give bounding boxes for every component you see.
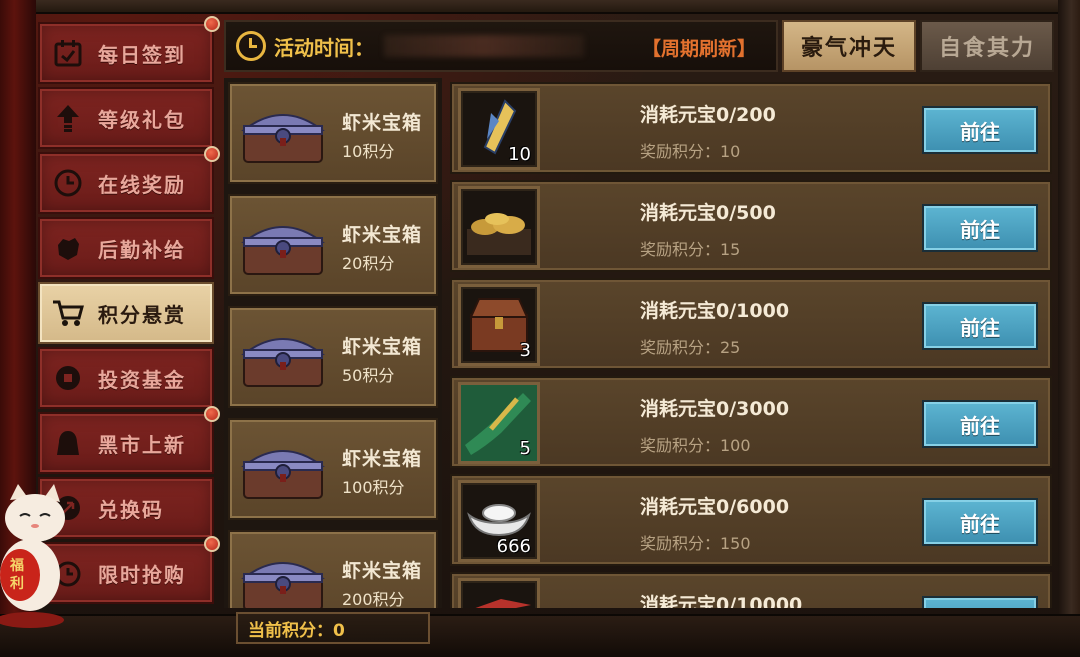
item-slot[interactable]: 3 — [458, 284, 540, 366]
cart-icon — [46, 291, 90, 335]
reward-chest-name: 虾米宝箱 — [342, 112, 423, 134]
bottom-strip — [0, 614, 1080, 657]
task-row: 666 消耗元宝0/6000 奖励积分：150 前往 — [450, 474, 1052, 566]
sidebar-item-online-reward[interactable]: 在线奖励 — [38, 146, 220, 214]
sidebar-item-label: 黑市上新 — [98, 432, 186, 457]
go-button[interactable]: 前往 — [922, 596, 1038, 608]
reward-chest-card[interactable]: 虾米宝箱 20积分 — [228, 194, 438, 296]
sidebar-item-label: 投资基金 — [98, 367, 186, 392]
tab-haoqi-chongtian[interactable]: 豪气冲天 — [782, 20, 916, 72]
item-slot[interactable]: 5 — [458, 382, 540, 464]
gold-pile-icon — [467, 213, 531, 255]
task-reward: 奖励积分：100 — [640, 436, 751, 455]
task-row: 消耗元宝0/10000 前往 — [450, 572, 1052, 608]
activity-time-value — [384, 35, 584, 57]
supply-fist-icon — [46, 226, 90, 270]
refresh-label: 【周期刷新】 — [641, 38, 756, 60]
sidebar-item-points-bounty[interactable]: 积分悬赏 — [38, 282, 214, 344]
item-slot[interactable] — [458, 578, 540, 608]
mascot-fu-text: 福 — [9, 557, 24, 574]
item-slot[interactable]: 666 — [458, 480, 540, 562]
reward-chest-card[interactable]: 虾米宝箱 100积分 — [228, 418, 438, 520]
go-button[interactable]: 前往 — [922, 204, 1038, 252]
reward-chest-points: 50积分 — [342, 366, 395, 385]
calendar-icon — [46, 31, 90, 75]
activity-header: 活动时间： 【周期刷新】 — [224, 20, 778, 72]
reward-chest-name: 虾米宝箱 — [342, 336, 423, 358]
item-slot[interactable]: 10 — [458, 88, 540, 170]
task-title: 消耗元宝0/10000 — [640, 594, 803, 608]
level-up-icon — [46, 96, 90, 140]
sidebar-item-label: 限时抢购 — [98, 562, 186, 587]
treasure-chest-icon — [241, 562, 325, 608]
go-button[interactable]: 前往 — [922, 106, 1038, 154]
treasure-chest-icon — [241, 338, 325, 387]
reward-chest-card[interactable]: 虾米宝箱 10积分 — [228, 82, 438, 184]
task-reward: 奖励积分：150 — [640, 534, 751, 553]
item-slot[interactable] — [458, 186, 540, 268]
task-row: 5 消耗元宝0/3000 奖励积分：100 前往 — [450, 376, 1052, 468]
task-title: 消耗元宝0/3000 — [640, 398, 790, 420]
sidebar-item-label: 等级礼包 — [98, 107, 186, 132]
go-button[interactable]: 前往 — [922, 400, 1038, 448]
item-count: 666 — [496, 536, 531, 557]
item-count: 3 — [519, 340, 531, 361]
task-reward: 奖励积分：25 — [640, 338, 741, 357]
task-row: 10 消耗元宝0/200 奖励积分：10 前往 — [450, 82, 1052, 174]
treasure-chest-icon — [241, 450, 325, 499]
reward-chest-points: 20积分 — [342, 254, 395, 273]
reward-chest-points: 200积分 — [342, 590, 405, 608]
sidebar-item-investment-fund[interactable]: 投资基金 — [38, 347, 214, 409]
task-row: 消耗元宝0/500 奖励积分：15 前往 — [450, 180, 1052, 272]
notification-badge — [204, 536, 220, 552]
notification-badge — [204, 146, 220, 162]
reward-chest-name: 虾米宝箱 — [342, 448, 423, 470]
reward-chest-card[interactable]: 虾米宝箱 200积分 — [228, 530, 438, 608]
task-row: 3 消耗元宝0/1000 奖励积分：25 前往 — [450, 278, 1052, 370]
task-title: 消耗元宝0/500 — [640, 202, 776, 224]
right-decoration — [1058, 0, 1080, 657]
top-frame — [0, 0, 1080, 14]
reward-chest-card[interactable]: 虾米宝箱 50积分 — [228, 306, 438, 408]
reward-chest-points: 100积分 — [342, 478, 405, 497]
tab-zishi-qili[interactable]: 自食其力 — [920, 20, 1054, 72]
go-button[interactable]: 前往 — [922, 302, 1038, 350]
task-title: 消耗元宝0/1000 — [640, 300, 790, 322]
sidebar-item-label: 在线奖励 — [98, 172, 186, 197]
sidebar-item-label: 后勤补给 — [98, 237, 186, 262]
reward-chest-name: 虾米宝箱 — [342, 560, 423, 582]
reward-chest-name: 虾米宝箱 — [342, 224, 423, 246]
task-list[interactable]: 10 消耗元宝0/200 奖励积分：10 前往 消耗元宝0/500 奖励积分：1… — [448, 78, 1056, 608]
treasure-chest-icon — [241, 226, 325, 275]
clock-icon — [46, 161, 90, 205]
item-count: 10 — [508, 144, 531, 165]
clock-icon — [236, 31, 266, 61]
reward-list[interactable]: 虾米宝箱 10积分 虾米宝箱 20积分 虾米宝箱 50积分 虾米宝箱 100积分… — [224, 78, 442, 608]
reward-chest-points: 10积分 — [342, 142, 395, 161]
coin-icon — [46, 356, 90, 400]
sidebar-item-label: 每日签到 — [98, 42, 186, 67]
current-points: 当前积分：0 — [236, 612, 430, 644]
go-button[interactable]: 前往 — [922, 498, 1038, 546]
notification-badge — [204, 16, 220, 32]
task-reward: 奖励积分：10 — [640, 142, 741, 161]
hooded-figure-icon — [46, 421, 90, 465]
sidebar-item-label: 积分悬赏 — [98, 302, 186, 327]
sidebar-item-label: 兑换码 — [98, 497, 164, 522]
task-reward: 奖励积分：15 — [640, 240, 741, 259]
sidebar-item-logistics-supply[interactable]: 后勤补给 — [38, 217, 214, 279]
task-title: 消耗元宝0/200 — [640, 104, 776, 126]
mascot-li-text: 利 — [10, 575, 24, 592]
sidebar-item-daily-signin[interactable]: 每日签到 — [38, 16, 220, 84]
lucky-cat-mascot[interactable]: 福 利 — [0, 480, 80, 630]
sidebar-item-level-gift[interactable]: 等级礼包 — [38, 87, 214, 149]
blade-icon — [475, 599, 531, 608]
task-title: 消耗元宝0/6000 — [640, 496, 790, 518]
activity-time-label: 活动时间： — [274, 35, 374, 60]
treasure-chest-icon — [241, 114, 325, 163]
notification-badge — [204, 406, 220, 422]
item-count: 5 — [519, 438, 531, 459]
sidebar-item-black-market[interactable]: 黑市上新 — [38, 406, 220, 474]
